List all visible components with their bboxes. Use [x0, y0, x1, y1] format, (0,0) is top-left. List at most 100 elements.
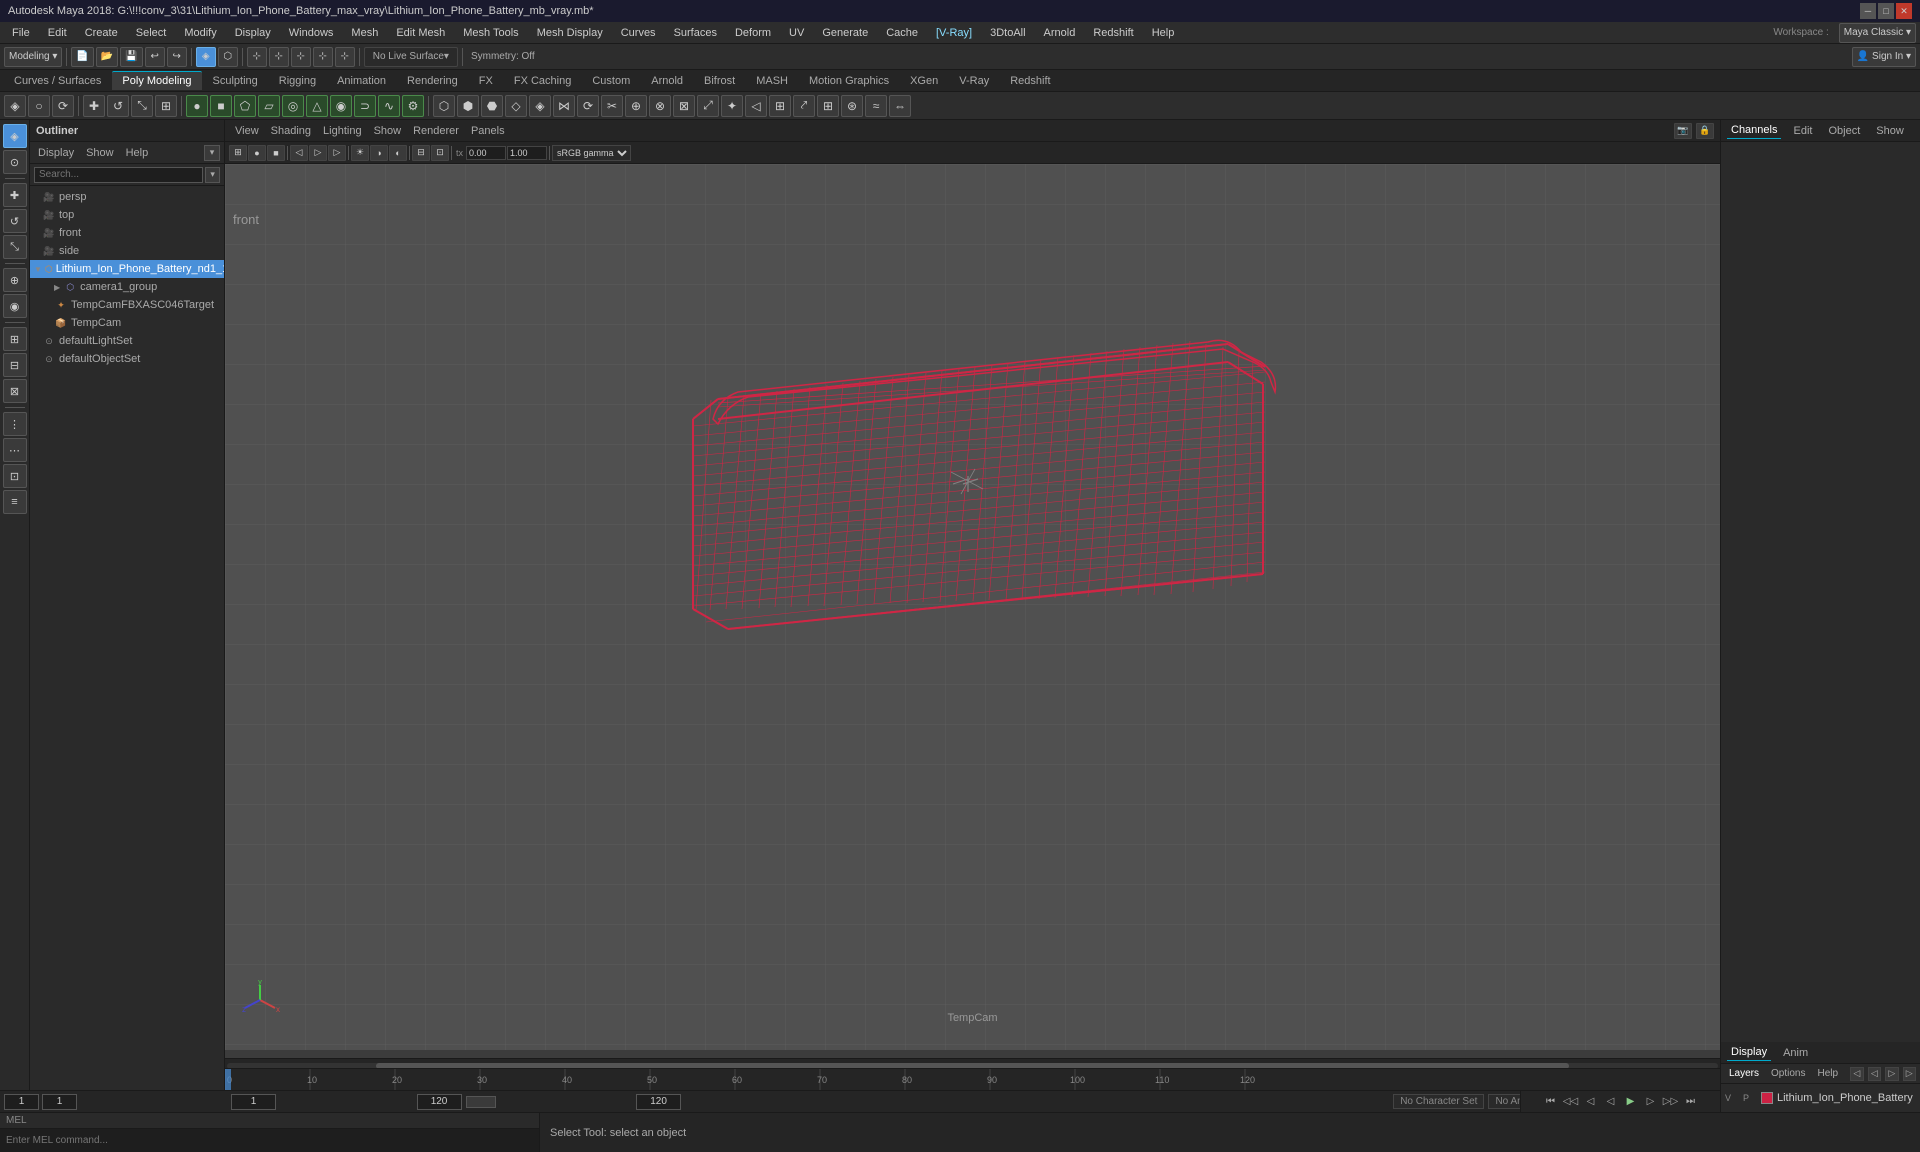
menu-vray[interactable]: [V-Ray]	[928, 25, 980, 41]
tool-snap-grid[interactable]: ⋮	[3, 412, 27, 436]
snap2[interactable]: ⊹	[269, 47, 289, 67]
menu-generate[interactable]: Generate	[814, 25, 876, 41]
tool-cube[interactable]: ■	[210, 95, 232, 117]
frame-start-input[interactable]	[4, 1094, 39, 1110]
snap5[interactable]: ⊹	[335, 47, 355, 67]
undo-btn[interactable]: ↩	[145, 47, 165, 67]
tool-layout2[interactable]: ⊟	[3, 353, 27, 377]
tool-scale[interactable]: ⤡	[131, 95, 153, 117]
vp-menu-lighting[interactable]: Lighting	[319, 125, 366, 137]
tool-merge[interactable]: ⬣	[481, 95, 503, 117]
pb-prev-frame[interactable]: ◁	[1582, 1094, 1600, 1110]
sign-in-btn[interactable]: 👤 Sign In ▾	[1852, 47, 1916, 67]
da-tab-display[interactable]: Display	[1727, 1044, 1771, 1061]
pb-goto-start[interactable]: ⏮	[1542, 1094, 1560, 1110]
tool-smooth[interactable]: ≈	[865, 95, 887, 117]
rs-tab-edit[interactable]: Edit	[1789, 123, 1816, 139]
tool-split[interactable]: ⊗	[649, 95, 671, 117]
layer-v-checkbox[interactable]: V	[1725, 1093, 1739, 1103]
vp-menu-shading[interactable]: Shading	[267, 125, 315, 137]
menu-display[interactable]: Display	[227, 25, 279, 41]
tab-vray[interactable]: V-Ray	[949, 72, 999, 90]
tool-select-left[interactable]: ◈	[3, 124, 27, 148]
rs-tab-show[interactable]: Show	[1872, 123, 1908, 139]
select-btn[interactable]: ◈	[196, 47, 216, 67]
tool-bevel[interactable]: ◇	[505, 95, 527, 117]
tab-animation[interactable]: Animation	[327, 72, 396, 90]
tool-poke[interactable]: ✦	[721, 95, 743, 117]
vp-btn-smooth[interactable]: ●	[248, 145, 266, 161]
layer-end-btn[interactable]: ▷	[1903, 1067, 1916, 1081]
menu-mesh-display[interactable]: Mesh Display	[529, 25, 611, 41]
tab-arnold[interactable]: Arnold	[641, 72, 693, 90]
redo-btn[interactable]: ↪	[167, 47, 187, 67]
tool-rotate[interactable]: ↺	[107, 95, 129, 117]
tool-cone[interactable]: △	[306, 95, 328, 117]
save-btn[interactable]: 💾	[120, 47, 142, 67]
maximize-button[interactable]: □	[1878, 3, 1894, 19]
tool-transform[interactable]: ⊞	[155, 95, 177, 117]
viewport-canvas[interactable]: front	[225, 164, 1720, 1050]
vp-translate-y[interactable]	[507, 146, 547, 160]
tab-custom[interactable]: Custom	[582, 72, 640, 90]
lst-help[interactable]: Help	[1813, 1067, 1842, 1080]
pb-step-back[interactable]: ◁◁	[1562, 1094, 1580, 1110]
tool-show-manip[interactable]: ⊕	[3, 268, 27, 292]
tool-soft-mod[interactable]: ◉	[3, 294, 27, 318]
vp-btn-play[interactable]: ▷	[309, 145, 327, 161]
tool-bridge[interactable]: ⬢	[457, 95, 479, 117]
layer-add-btn[interactable]: ◁	[1850, 1067, 1863, 1081]
tab-poly-modeling[interactable]: Poly Modeling	[112, 71, 201, 90]
menu-cache[interactable]: Cache	[878, 25, 926, 41]
menu-help[interactable]: Help	[1144, 25, 1183, 41]
tab-fx-caching[interactable]: FX Caching	[504, 72, 581, 90]
menu-file[interactable]: File	[4, 25, 38, 41]
menu-mesh[interactable]: Mesh	[343, 25, 386, 41]
outliner-item-side[interactable]: 🎥 side	[30, 242, 224, 260]
layer-p-checkbox[interactable]: P	[1743, 1093, 1757, 1103]
rs-tab-channels[interactable]: Channels	[1727, 122, 1781, 139]
vp-btn-lights[interactable]: ☀	[351, 145, 369, 161]
vp-menu-renderer[interactable]: Renderer	[409, 125, 463, 137]
vp-btn-next[interactable]: ▷	[328, 145, 346, 161]
tool-extrude[interactable]: ⬡	[433, 95, 455, 117]
tool-scale-left[interactable]: ⤡	[3, 235, 27, 259]
tool-torus[interactable]: ◎	[282, 95, 304, 117]
tool-gear[interactable]: ⚙	[402, 95, 424, 117]
menu-edit-mesh[interactable]: Edit Mesh	[388, 25, 453, 41]
menu-redshift[interactable]: Redshift	[1085, 25, 1141, 41]
tool-inset[interactable]: ◈	[529, 95, 551, 117]
snap3[interactable]: ⊹	[291, 47, 311, 67]
minimize-button[interactable]: ─	[1860, 3, 1876, 19]
tool-snap-point[interactable]: ⊡	[3, 464, 27, 488]
tab-xgen[interactable]: XGen	[900, 72, 948, 90]
tool-disc[interactable]: ◉	[330, 95, 352, 117]
snap1[interactable]: ⊹	[247, 47, 267, 67]
playback-range-thumb[interactable]	[466, 1096, 496, 1108]
frame-current-input[interactable]	[42, 1094, 77, 1110]
tool-snap-curve[interactable]: ⋯	[3, 438, 27, 462]
layer-item-battery[interactable]: V P Lithium_Ion_Phone_Battery	[1725, 1088, 1916, 1108]
menu-uv[interactable]: UV	[781, 25, 812, 41]
close-button[interactable]: ✕	[1896, 3, 1912, 19]
tool-rotate-left[interactable]: ↺	[3, 209, 27, 233]
menu-mesh-tools[interactable]: Mesh Tools	[455, 25, 526, 41]
tool-circle[interactable]: ○	[28, 95, 50, 117]
outliner-item-default-object-set[interactable]: ⊙ defaultObjectSet	[30, 350, 224, 368]
mel-command-input[interactable]	[0, 1129, 539, 1152]
vp-btn-grid[interactable]: ⊟	[412, 145, 430, 161]
vp-btn-wireframe[interactable]: ⊞	[229, 145, 247, 161]
vp-btn-shadows[interactable]: ◑	[370, 145, 388, 161]
menu-modify[interactable]: Modify	[176, 25, 224, 41]
layer-next-btn[interactable]: ▷	[1885, 1067, 1898, 1081]
timeline-panel[interactable]: 0 10 20 30 40 50 60 70 80	[225, 1068, 1720, 1090]
outliner-search-btn[interactable]: ▾	[205, 167, 220, 183]
tool-flip[interactable]: ⤢	[697, 95, 719, 117]
outliner-options-btn[interactable]: ▾	[204, 145, 220, 161]
tool-weld[interactable]: ⊕	[625, 95, 647, 117]
tool-duplicate[interactable]: ⊞	[769, 95, 791, 117]
no-char-set-btn[interactable]: No Character Set	[1393, 1094, 1484, 1109]
layer-prev-btn[interactable]: ◁	[1868, 1067, 1881, 1081]
vp-btn-hud[interactable]: ⊡	[431, 145, 449, 161]
vp-translate-x[interactable]	[466, 146, 506, 160]
